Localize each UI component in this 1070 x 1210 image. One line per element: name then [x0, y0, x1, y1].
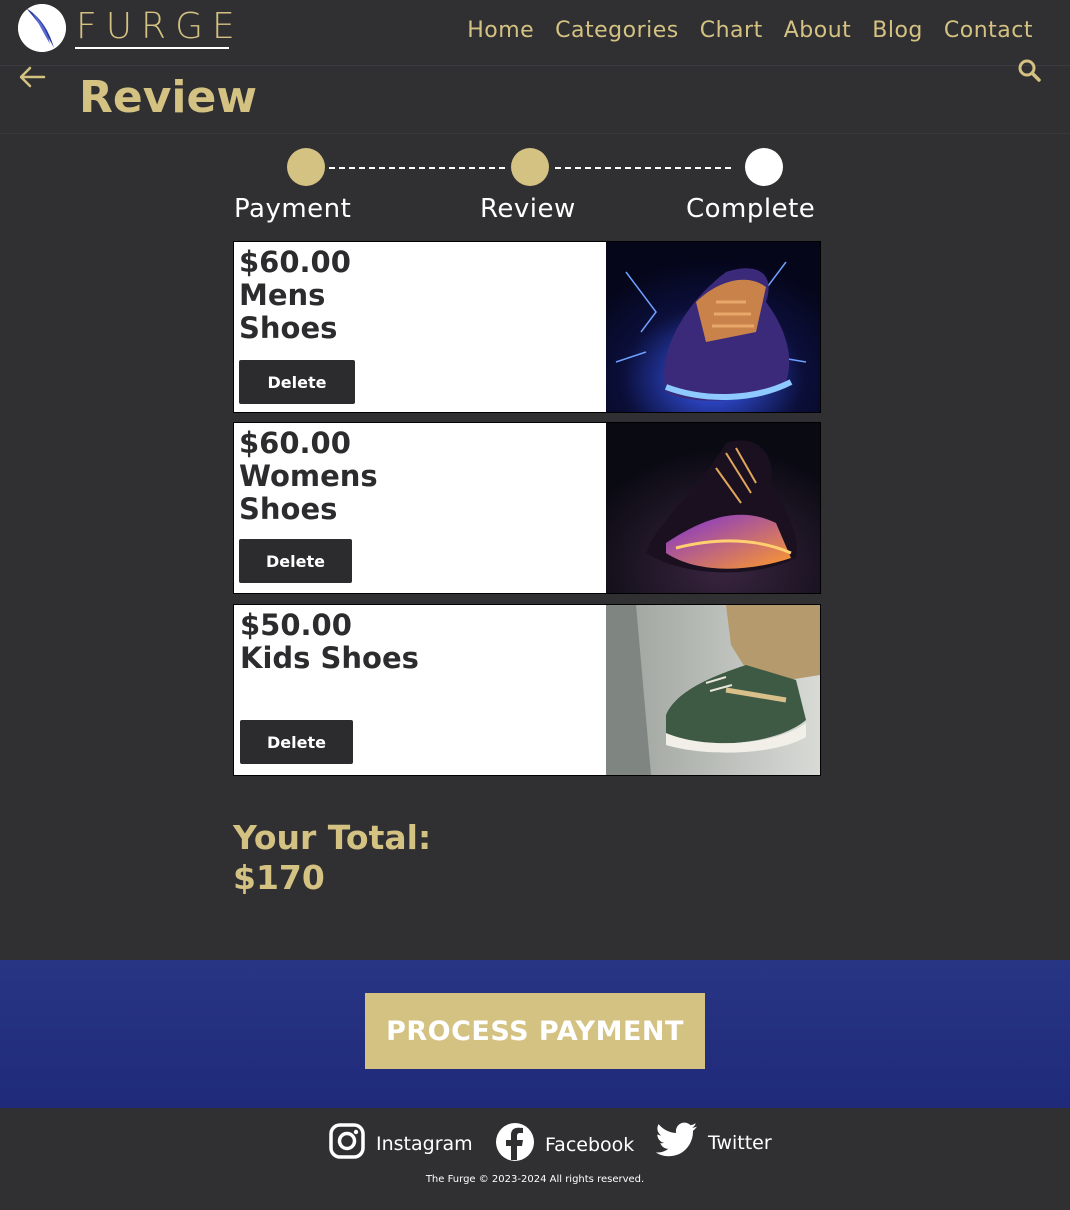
- brand-underline: [75, 47, 229, 49]
- delete-button[interactable]: Delete: [240, 720, 353, 764]
- product-image-womens-shoes: [606, 423, 820, 593]
- item-price: $60.00: [239, 245, 351, 279]
- total-value: $170: [233, 858, 325, 897]
- social-link-facebook[interactable]: Facebook: [495, 1122, 634, 1167]
- total-label: Your Total:: [233, 818, 432, 857]
- cart-item: $50.00 Kids Shoes Delete: [233, 604, 821, 776]
- nav-chart[interactable]: Chart: [700, 18, 763, 43]
- step-dot-review: [511, 148, 549, 186]
- step-label-complete: Complete: [686, 194, 816, 224]
- item-price: $50.00: [240, 608, 352, 642]
- copyright-text: The Furge © 2023-2024 All rights reserve…: [425, 1174, 645, 1185]
- item-name: Womens Shoes: [239, 459, 378, 526]
- step-label-payment: Payment: [234, 194, 352, 224]
- top-navbar: FURGE Home Categories Chart About Blog C…: [0, 0, 1070, 66]
- step-connector: [555, 167, 731, 169]
- item-price: $60.00: [239, 426, 351, 460]
- delete-button[interactable]: Delete: [239, 539, 352, 583]
- step-dot-complete: [745, 148, 783, 186]
- checkout-stepper: Payment Review Complete: [233, 146, 823, 236]
- social-link-instagram[interactable]: Instagram: [328, 1122, 473, 1165]
- facebook-label: Facebook: [545, 1133, 635, 1156]
- process-payment-button[interactable]: PROCESS PAYMENT: [365, 993, 705, 1069]
- twitter-icon: [655, 1122, 698, 1163]
- main-nav: Home Categories Chart About Blog Contact: [467, 18, 1033, 43]
- nav-blog[interactable]: Blog: [872, 18, 923, 43]
- delete-button[interactable]: Delete: [239, 360, 355, 404]
- facebook-icon: [495, 1122, 535, 1167]
- search-icon[interactable]: [1017, 58, 1041, 82]
- nav-contact[interactable]: Contact: [944, 18, 1033, 43]
- nav-about[interactable]: About: [784, 18, 852, 43]
- brand-name[interactable]: FURGE: [76, 6, 244, 47]
- item-name: Kids Shoes: [240, 641, 419, 675]
- social-link-twitter[interactable]: Twitter: [655, 1122, 772, 1163]
- nav-categories[interactable]: Categories: [555, 18, 679, 43]
- page-title: Review: [79, 72, 257, 123]
- cart-item: $60.00 Mens Shoes Delete: [233, 241, 821, 413]
- cart-item: $60.00 Womens Shoes Delete: [233, 422, 821, 594]
- item-name: Mens Shoes: [239, 278, 338, 345]
- product-image-kids-shoes: [606, 605, 820, 775]
- nav-home[interactable]: Home: [467, 18, 534, 43]
- step-dot-payment: [287, 148, 325, 186]
- instagram-label: Instagram: [376, 1132, 473, 1155]
- brand-logo[interactable]: [18, 4, 66, 52]
- twitter-label: Twitter: [708, 1131, 772, 1154]
- instagram-icon: [328, 1122, 366, 1165]
- step-label-review: Review: [480, 194, 576, 224]
- step-connector: [329, 167, 505, 169]
- product-image-mens-shoes: [606, 242, 820, 412]
- back-arrow-icon[interactable]: [18, 64, 46, 90]
